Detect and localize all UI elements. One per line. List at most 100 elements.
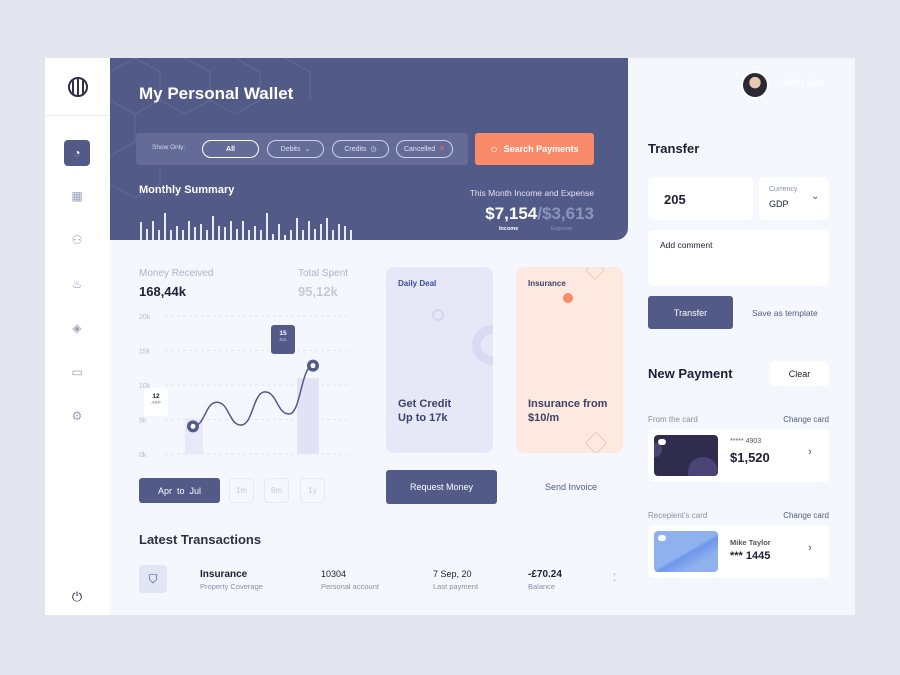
money-chart: 20k15k10k5k0k bbox=[139, 314, 350, 459]
layers-icon[interactable]: ◈ bbox=[65, 316, 89, 340]
transaction-id: 10304 bbox=[321, 569, 347, 579]
recipient-card[interactable]: Mike Taylor *** 1445 › bbox=[648, 525, 829, 578]
monthly-bar bbox=[338, 224, 340, 240]
series-line bbox=[192, 364, 314, 428]
transfer-panel: Transfer 205 Currency GDP ⌄ Add comment … bbox=[628, 115, 855, 615]
monthly-bar bbox=[266, 212, 268, 240]
wallet-icon[interactable]: ▭ bbox=[65, 360, 89, 384]
monthly-bar bbox=[212, 216, 214, 240]
settings-icon[interactable]: ⚙ bbox=[65, 404, 89, 428]
filter-debits[interactable]: Debits ⌄ bbox=[267, 140, 324, 158]
deal-line: Up to 17k bbox=[398, 412, 448, 424]
total-spent-value: 95,12k bbox=[298, 284, 338, 299]
page-title: My Personal Wallet bbox=[139, 84, 294, 103]
monthly-bar bbox=[236, 228, 238, 240]
transaction-amount-sub: Balance bbox=[528, 582, 556, 591]
deal-line: Insurance from bbox=[528, 398, 608, 410]
monthly-bar bbox=[248, 230, 250, 240]
insurance-text: Insurance from $10/m bbox=[528, 397, 607, 425]
filter-label: Debits bbox=[280, 145, 301, 153]
monthly-bar bbox=[170, 230, 172, 240]
search-label: Search Payments bbox=[503, 144, 579, 154]
table-row[interactable]: ⛉ Insurance Property Coverage 10304 Pers… bbox=[139, 564, 619, 596]
monthly-bars bbox=[140, 208, 360, 240]
insurance-card[interactable]: Insurance Insurance from $10/m bbox=[516, 267, 623, 453]
daily-deal-card[interactable]: Daily Deal Get Credit Up to 17k bbox=[386, 267, 493, 453]
y-tick-label: 20k bbox=[139, 314, 151, 321]
user-name[interactable]: John Doe bbox=[782, 78, 825, 89]
shield-icon: ⛉ bbox=[139, 565, 167, 593]
range-1m-button[interactable]: 1m bbox=[229, 478, 254, 503]
transaction-date: 7 Sep, 20 bbox=[433, 569, 472, 579]
recipient-card-number: *** 1445 bbox=[730, 550, 771, 562]
logo-icon bbox=[68, 77, 88, 97]
fire-icon[interactable]: ♨ bbox=[65, 272, 89, 296]
power-icon[interactable]: ⏻ bbox=[65, 585, 89, 609]
filter-credits[interactable]: Credits ◷ bbox=[332, 140, 389, 158]
card-image bbox=[654, 435, 718, 476]
filter-label: Credits bbox=[344, 145, 367, 153]
monthly-bar bbox=[140, 222, 142, 240]
income-expense-values: $7,154/$3,613 bbox=[485, 204, 594, 224]
comment-placeholder: Add comment bbox=[660, 240, 713, 250]
transaction-amount: -£70.24 bbox=[528, 569, 562, 580]
change-recipient-card-link[interactable]: Change card bbox=[783, 511, 829, 520]
clear-button[interactable]: Clear bbox=[770, 361, 829, 386]
filter-cancelled[interactable]: Cancelled ✕ bbox=[396, 140, 453, 158]
tooltip-apr: 12 ARP bbox=[144, 388, 168, 416]
chevron-down-icon: ⌄ bbox=[304, 146, 311, 153]
range-6m-button[interactable]: 6m bbox=[264, 478, 289, 503]
amount-input[interactable]: 205 bbox=[648, 177, 753, 220]
clock-icon: ◷ bbox=[370, 146, 377, 153]
tooltip-day: 12 bbox=[152, 393, 160, 400]
avatar[interactable] bbox=[741, 71, 769, 99]
monthly-bar bbox=[200, 224, 202, 240]
monthly-bar bbox=[320, 224, 322, 240]
monthly-bar bbox=[146, 228, 148, 240]
grid-icon[interactable]: ▦ bbox=[65, 184, 89, 208]
change-from-card-link[interactable]: Change card bbox=[783, 415, 829, 424]
from-card-number: ***** 4903 bbox=[730, 438, 762, 445]
save-template-link[interactable]: Save as template bbox=[752, 308, 818, 318]
wallet-app: ◔ ▦ ⚇ ♨ ◈ ▭ ⚙ ⏻ My Personal Wallet Show … bbox=[45, 58, 855, 615]
monthly-bar bbox=[260, 230, 262, 240]
monthly-bar bbox=[224, 227, 226, 240]
transaction-sub: Property Coverage bbox=[200, 582, 263, 591]
y-tick-label: 0k bbox=[139, 452, 147, 459]
comment-input[interactable]: Add comment bbox=[648, 230, 829, 286]
monthly-bar bbox=[290, 230, 292, 240]
users-icon[interactable]: ⚇ bbox=[65, 228, 89, 252]
highlight-bar bbox=[297, 378, 319, 454]
transaction-name: Insurance bbox=[200, 569, 248, 580]
y-tick-label: 5k bbox=[139, 418, 147, 425]
request-money-button[interactable]: Request Money bbox=[386, 470, 497, 504]
range-1y-button[interactable]: 1y bbox=[300, 478, 325, 503]
send-invoice-link[interactable]: Send Invoice bbox=[545, 482, 597, 492]
monthly-bar bbox=[242, 220, 244, 240]
new-payment-title: New Payment bbox=[648, 366, 733, 381]
insurance-title: Insurance bbox=[528, 279, 566, 288]
income-label: Income bbox=[499, 226, 519, 232]
data-point-center bbox=[310, 363, 316, 369]
from-card[interactable]: ***** 4903 $1,520 › bbox=[648, 429, 829, 482]
data-point-center bbox=[190, 423, 196, 429]
range-apr-jul-button[interactable]: Apr to Jul bbox=[139, 478, 220, 503]
transfer-button[interactable]: Transfer bbox=[648, 296, 733, 329]
monthly-bar bbox=[230, 220, 232, 240]
more-icon[interactable]: • • bbox=[613, 571, 616, 585]
search-payments-button[interactable]: ○ Search Payments bbox=[475, 133, 594, 165]
total-spent-label: Total Spent bbox=[298, 268, 349, 279]
monthly-bar bbox=[176, 225, 178, 240]
currency-select[interactable]: Currency GDP ⌄ bbox=[759, 177, 829, 220]
transfer-title: Transfer bbox=[648, 141, 700, 156]
dashboard-icon[interactable]: ◔ bbox=[64, 140, 90, 166]
chevron-down-icon: ⌄ bbox=[811, 191, 820, 202]
filter-all[interactable]: All bbox=[202, 140, 259, 158]
from-card-balance: $1,520 bbox=[730, 450, 770, 465]
amount-value: 205 bbox=[664, 192, 686, 207]
chevron-right-icon: › bbox=[808, 542, 812, 554]
card-image bbox=[654, 531, 718, 572]
y-tick-label: 15k bbox=[139, 349, 151, 356]
monthly-bar bbox=[272, 233, 274, 240]
close-icon: ✕ bbox=[439, 146, 445, 153]
